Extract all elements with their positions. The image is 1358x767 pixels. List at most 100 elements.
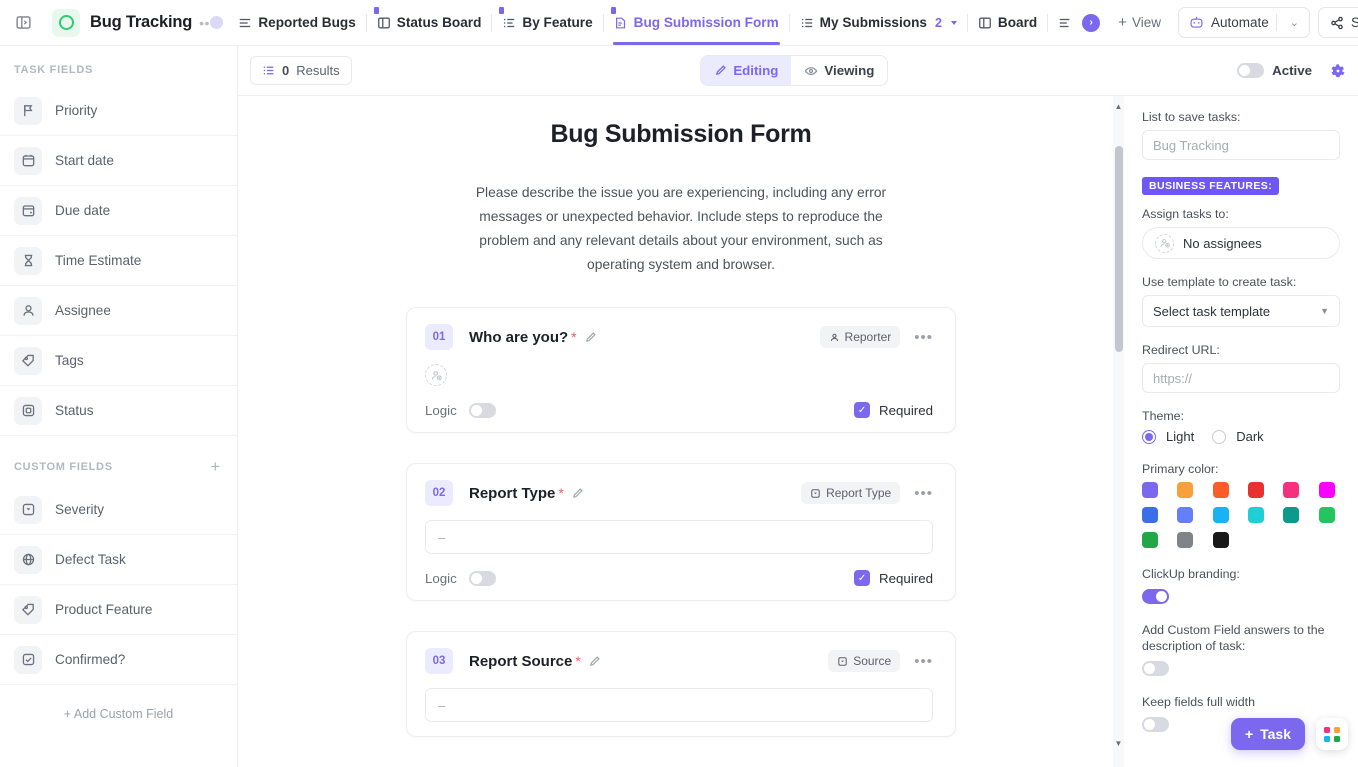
tab-status-board[interactable]: Status Board: [368, 1, 491, 45]
canvas-scrollbar[interactable]: ▲ ▼: [1113, 96, 1124, 767]
question-card[interactable]: 03 Report Source * Source ••• –: [406, 631, 956, 737]
sidebar-toggle-icon[interactable]: [8, 8, 38, 38]
collapse-views-button[interactable]: ›: [1049, 1, 1109, 45]
color-swatch[interactable]: [1142, 482, 1158, 498]
new-task-button[interactable]: + Task: [1231, 718, 1305, 750]
required-checkbox[interactable]: ✓: [854, 570, 870, 586]
sidebar-item-due-date[interactable]: Due date: [0, 186, 237, 236]
ellipsis-icon[interactable]: •••: [914, 486, 933, 501]
color-swatch[interactable]: [1283, 507, 1299, 523]
color-swatch[interactable]: [1213, 532, 1229, 548]
theme-label: Theme:: [1142, 409, 1340, 423]
tab-board[interactable]: Board: [969, 1, 1046, 45]
chevron-down-icon[interactable]: [951, 21, 957, 25]
tab-bug-submission-form[interactable]: Bug Submission Form: [605, 1, 788, 45]
full-width-toggle[interactable]: [1142, 717, 1169, 732]
question-answer-input[interactable]: –: [425, 688, 933, 722]
redirect-url-input[interactable]: https://: [1142, 363, 1340, 393]
mode-viewing-button[interactable]: Viewing: [791, 56, 887, 85]
custom-field-description-toggle[interactable]: [1142, 661, 1169, 676]
pencil-icon[interactable]: [584, 331, 597, 344]
color-swatch[interactable]: [1319, 507, 1335, 523]
color-swatch[interactable]: [1213, 482, 1229, 498]
sidebar-item-start-date[interactable]: Start date: [0, 136, 237, 186]
page-title[interactable]: Bug Submission Form: [238, 120, 1124, 149]
color-swatch[interactable]: [1319, 482, 1335, 498]
question-card[interactable]: 02 Report Type * Report Type ••• – Logic: [406, 463, 956, 601]
divider: [789, 14, 790, 32]
ellipsis-icon[interactable]: •••: [914, 330, 933, 345]
scrollbar-thumb[interactable]: [1115, 146, 1123, 352]
color-swatch[interactable]: [1213, 507, 1229, 523]
form-canvas: Bug Submission Form Please describe the …: [238, 96, 1124, 767]
question-label[interactable]: Who are you?: [469, 329, 568, 346]
theme-dark-radio[interactable]: [1212, 430, 1226, 444]
chevron-down-icon[interactable]: ⌄: [1284, 16, 1305, 29]
add-custom-field-button[interactable]: + Add Custom Field: [0, 685, 237, 721]
sidebar-item-time-estimate[interactable]: Time Estimate: [0, 236, 237, 286]
sidebar-item-assignee[interactable]: Assignee: [0, 286, 237, 336]
workspace-name[interactable]: Bug Tracking: [90, 13, 192, 32]
add-view-button[interactable]: + View: [1109, 8, 1170, 38]
scroll-down-icon[interactable]: ▼: [1113, 735, 1124, 751]
color-swatch[interactable]: [1177, 532, 1193, 548]
required-checkbox[interactable]: ✓: [854, 402, 870, 418]
sidebar-item-severity[interactable]: Severity: [0, 485, 237, 535]
assignee-selector[interactable]: No assignees: [1142, 227, 1340, 259]
mode-editing-button[interactable]: Editing: [701, 56, 791, 85]
branding-toggle[interactable]: [1142, 589, 1169, 604]
question-answer-input[interactable]: –: [425, 520, 933, 554]
scroll-up-icon[interactable]: ▲: [1113, 98, 1124, 114]
color-swatch[interactable]: [1248, 507, 1264, 523]
plus-icon[interactable]: +: [210, 458, 221, 475]
apps-grid-icon[interactable]: [1316, 718, 1348, 750]
sidebar-item-product-feature[interactable]: Product Feature: [0, 585, 237, 635]
collapse-views-icon: [1058, 16, 1072, 30]
add-user-icon[interactable]: [425, 364, 447, 386]
color-swatch[interactable]: [1177, 482, 1193, 498]
sidebar-item-confirmed[interactable]: Confirmed?: [0, 635, 237, 685]
top-bar-actions: + View Automate ⌄ Share: [1109, 7, 1358, 38]
list-to-save-input[interactable]: Bug Tracking: [1142, 130, 1340, 160]
color-swatch[interactable]: [1142, 532, 1158, 548]
results-button[interactable]: 0 Results: [250, 56, 352, 85]
tab-reported-bugs[interactable]: Reported Bugs: [229, 1, 364, 45]
sidebar-item-tags[interactable]: Tags: [0, 336, 237, 386]
color-swatch[interactable]: [1248, 482, 1264, 498]
color-swatch[interactable]: [1142, 507, 1158, 523]
logic-toggle[interactable]: [469, 571, 496, 586]
pencil-icon[interactable]: [571, 487, 584, 500]
tab-by-feature[interactable]: By Feature: [493, 1, 601, 45]
list-icon: [800, 16, 814, 30]
logic-label: Logic: [425, 571, 457, 586]
sidebar-item-label: Status: [55, 403, 94, 418]
ellipsis-icon[interactable]: •••: [914, 654, 933, 669]
business-features-badge: BUSINESS FEATURES:: [1142, 177, 1279, 195]
sidebar-item-status[interactable]: Status: [0, 386, 237, 436]
theme-light-radio[interactable]: [1142, 430, 1156, 444]
task-template-select[interactable]: Select task template ▼: [1142, 295, 1340, 327]
view-tabs: Reported Bugs Status Board By Feat: [229, 1, 1109, 45]
share-button[interactable]: Share: [1318, 7, 1358, 38]
tab-my-submissions[interactable]: My Submissions 2: [791, 1, 966, 45]
assignee-value: No assignees: [1183, 236, 1262, 251]
divider: [1276, 14, 1277, 31]
field-type-badge[interactable]: Reporter: [820, 326, 901, 348]
field-type-badge[interactable]: Source: [828, 650, 900, 672]
automate-button[interactable]: Automate ⌄: [1178, 7, 1310, 38]
workspace-avatar[interactable]: [52, 9, 80, 37]
question-label[interactable]: Report Source: [469, 653, 572, 670]
question-label[interactable]: Report Type: [469, 485, 555, 502]
logic-toggle[interactable]: [469, 403, 496, 418]
pencil-icon[interactable]: [588, 655, 601, 668]
active-toggle[interactable]: [1237, 63, 1264, 78]
color-swatch[interactable]: [1283, 482, 1299, 498]
gear-icon[interactable]: [1330, 63, 1346, 79]
color-swatch[interactable]: [1177, 507, 1193, 523]
form-description[interactable]: Please describe the issue you are experi…: [471, 181, 891, 277]
sidebar-item-defect-task[interactable]: Defect Task: [0, 535, 237, 585]
sidebar-item-priority[interactable]: Priority: [0, 86, 237, 136]
question-card[interactable]: 01 Who are you? * Reporter •••: [406, 307, 956, 433]
field-type-badge[interactable]: Report Type: [801, 482, 900, 504]
custom-fields-header: CUSTOM FIELDS +: [0, 436, 237, 485]
